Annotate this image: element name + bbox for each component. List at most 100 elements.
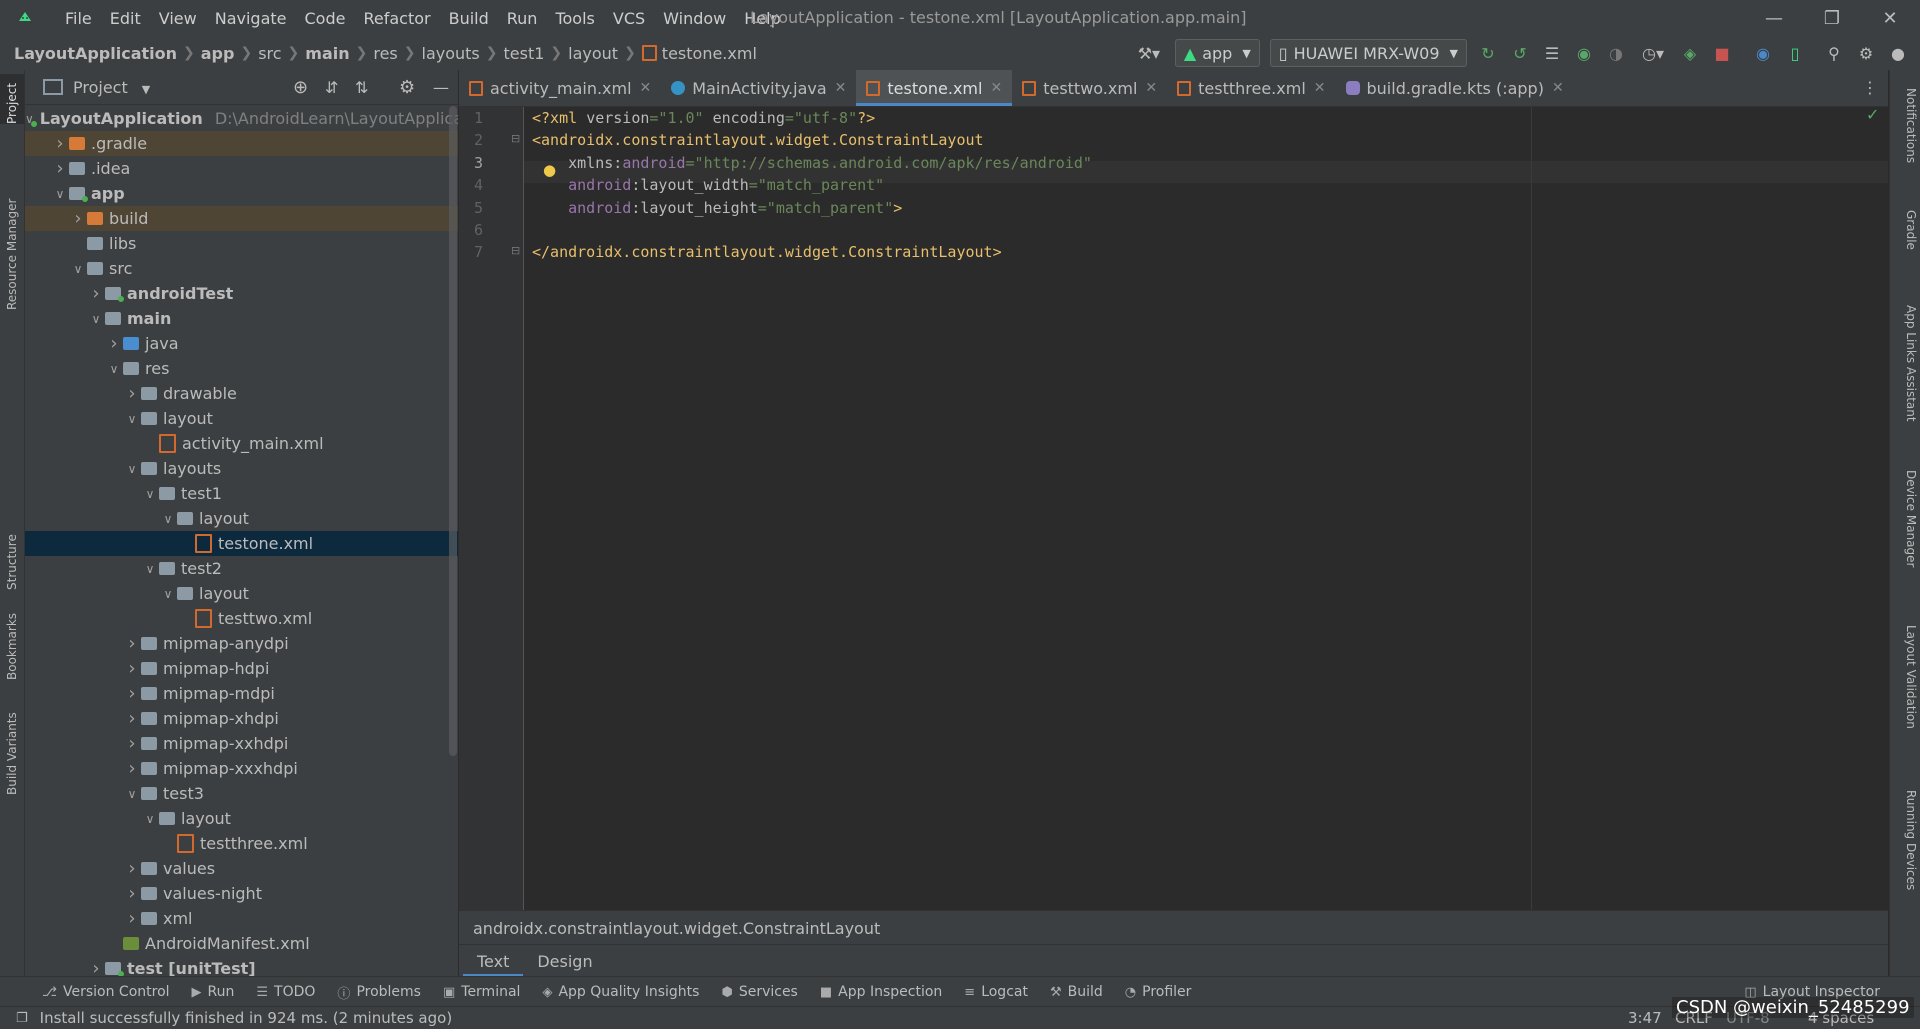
menu-item-refactor[interactable]: Refactor bbox=[354, 0, 439, 36]
build-hammer-button[interactable]: ⚒▾ bbox=[1129, 38, 1169, 68]
chevron-right-icon[interactable]: › bbox=[51, 158, 69, 179]
menu-item-window[interactable]: Window bbox=[654, 0, 735, 36]
editor-tab-testtwo-xml[interactable]: testtwo.xml ✕ bbox=[1012, 70, 1167, 106]
tree-row[interactable]: ∨ layouts bbox=[25, 456, 458, 481]
tool-app-quality-insights[interactable]: ◈ App Quality Insights bbox=[542, 984, 699, 1000]
account-button[interactable]: ● bbox=[1883, 38, 1913, 68]
project-scrollbar[interactable] bbox=[449, 106, 457, 756]
status-toggle-icon[interactable]: ❐ bbox=[16, 1011, 28, 1026]
tool-terminal[interactable]: ▣ Terminal bbox=[443, 984, 520, 1000]
chevron-down-icon[interactable]: ∨ bbox=[159, 512, 177, 526]
left-tab-resource-manager[interactable]: Resource Manager bbox=[0, 140, 24, 310]
chevron-right-icon[interactable]: › bbox=[123, 383, 141, 404]
close-tab-icon[interactable]: ✕ bbox=[1314, 80, 1326, 96]
tree-row[interactable]: › values-night bbox=[25, 881, 458, 906]
apply-changes-button[interactable]: ↺ bbox=[1505, 38, 1535, 68]
tree-row[interactable]: › xml bbox=[25, 906, 458, 931]
tool-profiler[interactable]: ◔ Profiler bbox=[1125, 984, 1192, 1000]
right-tab-notifications[interactable]: Notifications bbox=[1894, 88, 1918, 163]
right-tab-layout-validation[interactable]: Layout Validation bbox=[1894, 625, 1918, 729]
chevron-right-icon[interactable]: › bbox=[105, 333, 123, 354]
tree-row[interactable]: › mipmap-anydpi bbox=[25, 631, 458, 656]
code-area[interactable]: <?xml version="1.0" encoding="utf-8"?> <a… bbox=[459, 107, 1888, 910]
tree-row[interactable]: activity_main.xml bbox=[25, 431, 458, 456]
chevron-down-icon[interactable]: ∨ bbox=[141, 487, 159, 501]
chevron-right-icon[interactable]: › bbox=[123, 758, 141, 779]
menu-item-navigate[interactable]: Navigate bbox=[206, 0, 296, 36]
tool-todo[interactable]: ☰ TODO bbox=[256, 984, 315, 1000]
chevron-right-icon[interactable]: › bbox=[123, 858, 141, 879]
expand-all-icon[interactable]: ⇵ bbox=[325, 78, 338, 97]
code-line[interactable]: <androidx.constraintlayout.widget.Constr… bbox=[532, 131, 984, 149]
restore-button[interactable]: ❐ bbox=[1803, 0, 1861, 36]
chevron-right-icon[interactable]: › bbox=[123, 908, 141, 929]
attach-process-button[interactable]: ◈ bbox=[1675, 38, 1705, 68]
tool-run[interactable]: ▶ Run bbox=[192, 984, 235, 1000]
chevron-down-icon[interactable]: ∨ bbox=[123, 412, 141, 426]
tree-row[interactable]: › .gradle bbox=[25, 131, 458, 156]
chevron-down-icon[interactable]: ∨ bbox=[123, 787, 141, 801]
breadcrumb-item[interactable]: main bbox=[305, 44, 349, 63]
code-line[interactable]: <?xml version="1.0" encoding="utf-8"?> bbox=[532, 109, 875, 127]
tree-row[interactable]: › mipmap-xxxhdpi bbox=[25, 756, 458, 781]
status-message[interactable]: Install successfully finished in 924 ms.… bbox=[40, 1009, 453, 1027]
caret-position[interactable]: 3:47 bbox=[1628, 1009, 1662, 1027]
settings-button[interactable]: ⚙ bbox=[1851, 38, 1881, 68]
collapse-all-icon[interactable]: ⇅ bbox=[355, 78, 368, 97]
tree-row[interactable]: ∨ src bbox=[25, 256, 458, 281]
breadcrumb-item[interactable]: layouts bbox=[422, 44, 480, 63]
code-line[interactable]: </androidx.constraintlayout.widget.Const… bbox=[532, 243, 1002, 261]
tree-row[interactable]: ∨ test1 bbox=[25, 481, 458, 506]
tree-row[interactable]: ∨ layout bbox=[25, 506, 458, 531]
chevron-down-icon[interactable]: ∨ bbox=[123, 462, 141, 476]
coverage-button[interactable]: ☰ bbox=[1537, 38, 1567, 68]
tree-row[interactable]: ∨ res bbox=[25, 356, 458, 381]
close-tab-icon[interactable]: ✕ bbox=[640, 80, 652, 96]
mode-tab-text[interactable]: Text bbox=[463, 945, 524, 977]
breadcrumb-item[interactable]: src bbox=[258, 44, 281, 63]
menu-item-file[interactable]: File bbox=[56, 0, 101, 36]
tree-row[interactable]: libs bbox=[25, 231, 458, 256]
right-tab-app-links-assistant[interactable]: App Links Assistant bbox=[1894, 305, 1918, 422]
editor-breadcrumb[interactable]: androidx.constraintlayout.widget.Constra… bbox=[473, 919, 880, 938]
close-tab-icon[interactable]: ✕ bbox=[990, 80, 1002, 96]
code-editor[interactable]: 1 2 3 4 5 6 7 ⊟ ⊟ ● ✓ <?xml version="1.0" encodi… bbox=[459, 105, 1888, 910]
tree-row[interactable]: › java bbox=[25, 331, 458, 356]
tree-row[interactable]: ∨ test3 bbox=[25, 781, 458, 806]
chevron-down-icon[interactable]: ∨ bbox=[87, 312, 105, 326]
tree-row[interactable]: testtwo.xml bbox=[25, 606, 458, 631]
code-line[interactable]: android:layout_width="match_parent" bbox=[532, 176, 884, 194]
chevron-down-icon[interactable]: ∨ bbox=[51, 187, 69, 201]
tool-build[interactable]: ⚒ Build bbox=[1050, 984, 1103, 1000]
tree-row[interactable]: AndroidManifest.xml bbox=[25, 931, 458, 956]
code-line[interactable]: android:layout_height="match_parent"> bbox=[532, 199, 902, 217]
project-view-select[interactable]: Project ▼ bbox=[73, 78, 150, 97]
left-tab-build-variants[interactable]: Build Variants bbox=[0, 695, 24, 795]
device-select[interactable]: ▯ HUAWEI MRX-W09 ▼ bbox=[1269, 39, 1467, 67]
chevron-down-icon[interactable]: ∨ bbox=[159, 587, 177, 601]
tree-row[interactable]: ∨ layout bbox=[25, 406, 458, 431]
tree-row[interactable]: ∨ main bbox=[25, 306, 458, 331]
chevron-right-icon[interactable]: › bbox=[123, 883, 141, 904]
editor-tab-testthree-xml[interactable]: testthree.xml ✕ bbox=[1167, 70, 1335, 106]
chevron-down-icon[interactable]: ∨ bbox=[141, 562, 159, 576]
debug-button[interactable]: ◉ bbox=[1569, 38, 1599, 68]
editor-tab-build-gradle-kts-app-[interactable]: build.gradle.kts (:app) ✕ bbox=[1336, 70, 1574, 106]
hide-panel-icon[interactable]: — bbox=[433, 78, 449, 97]
breadcrumb-item[interactable]: app bbox=[201, 44, 235, 63]
tree-row[interactable]: › build bbox=[25, 206, 458, 231]
tree-row[interactable]: testthree.xml bbox=[25, 831, 458, 856]
breadcrumb-item[interactable]: testone.xml bbox=[662, 44, 757, 63]
tree-row[interactable]: › .idea bbox=[25, 156, 458, 181]
gear-icon[interactable]: ⚙ bbox=[399, 77, 415, 98]
tree-row[interactable]: › mipmap-xhdpi bbox=[25, 706, 458, 731]
tree-row[interactable]: › mipmap-xxhdpi bbox=[25, 731, 458, 756]
breadcrumb-item[interactable]: layout bbox=[568, 44, 618, 63]
menu-item-run[interactable]: Run bbox=[498, 0, 547, 36]
attach-debugger-button[interactable]: ◑ bbox=[1601, 38, 1631, 68]
stop-button[interactable]: ■ bbox=[1707, 38, 1737, 68]
chevron-down-icon[interactable]: ∨ bbox=[69, 262, 87, 276]
tool-problems[interactable]: ⓘ Problems bbox=[337, 983, 421, 1002]
tree-row[interactable]: › mipmap-mdpi bbox=[25, 681, 458, 706]
chevron-right-icon[interactable]: › bbox=[123, 633, 141, 654]
